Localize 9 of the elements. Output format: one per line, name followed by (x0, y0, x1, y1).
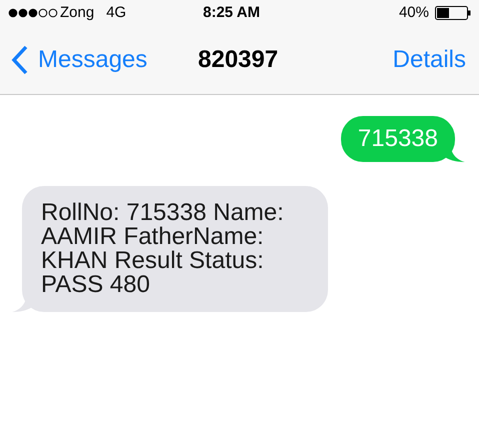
conversation-title: 820397 (198, 45, 278, 75)
carrier-name: Zong (60, 2, 94, 23)
network-type: 4G (106, 2, 126, 23)
chevron-left-icon (10, 44, 30, 76)
battery-icon (435, 6, 471, 20)
clock: 8:25 AM (203, 2, 260, 23)
battery-percent: 40% (398, 2, 429, 23)
details-button[interactable]: Details (392, 42, 466, 78)
back-button[interactable]: Messages (10, 42, 148, 78)
